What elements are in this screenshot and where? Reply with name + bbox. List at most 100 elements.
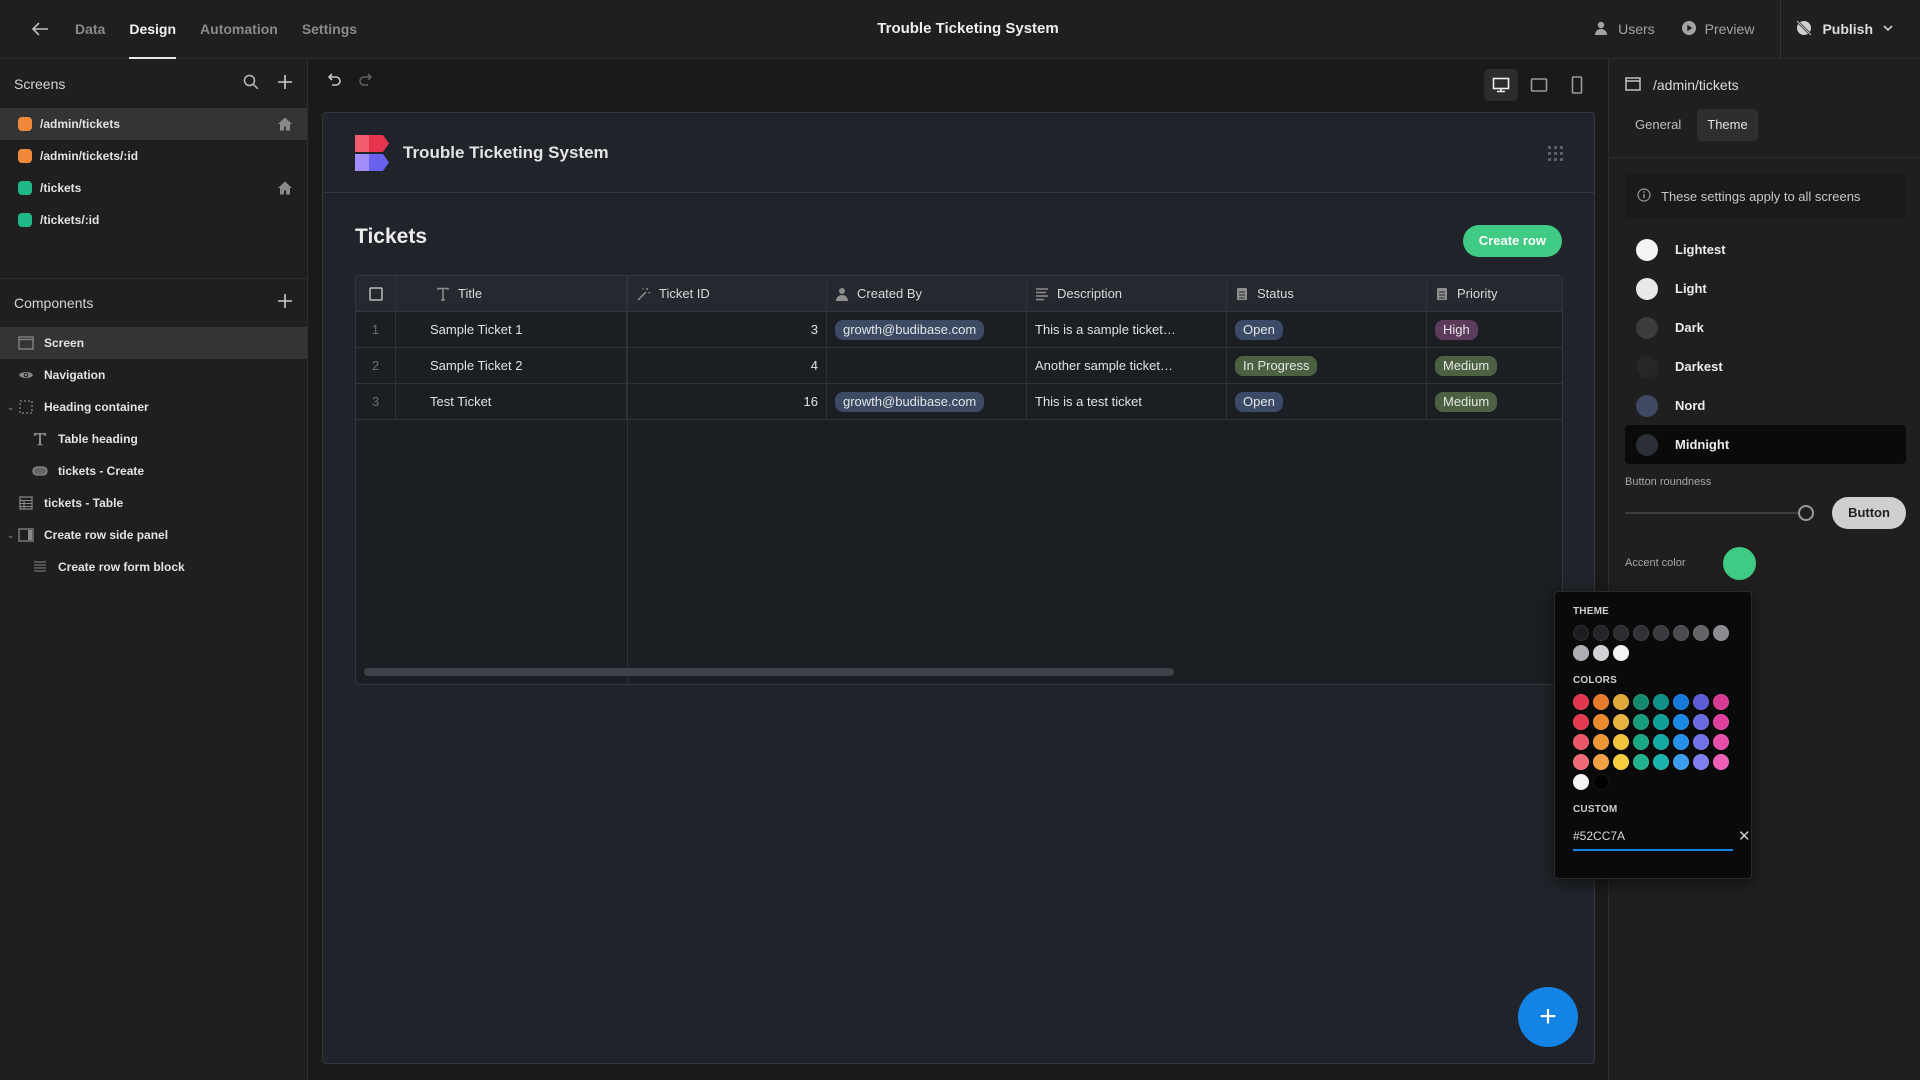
theme-color-swatch[interactable] <box>1593 645 1609 661</box>
roundness-slider-thumb[interactable] <box>1798 505 1814 521</box>
component-tree-item[interactable]: Table heading <box>0 423 307 455</box>
add-screen-icon[interactable] <box>277 74 293 95</box>
cell-status[interactable]: Open <box>1227 384 1427 419</box>
color-swatch[interactable] <box>1573 754 1589 770</box>
cell-status[interactable]: Open <box>1227 312 1427 347</box>
table-row[interactable]: 3 Test Ticket 16 growth@budibase.com This is… <box>356 384 1562 420</box>
button-preview[interactable]: Button <box>1832 497 1906 529</box>
cell-description[interactable]: This is a sample ticket… <box>1027 312 1227 347</box>
cell-description[interactable]: Another sample ticket… <box>1027 348 1227 383</box>
color-swatch[interactable] <box>1613 754 1629 770</box>
cell-created-by[interactable] <box>827 348 1027 383</box>
cell-created-by[interactable]: growth@budibase.com <box>827 384 1027 419</box>
table-row[interactable]: 1 Sample Ticket 1 3 growth@budibase.com This… <box>356 312 1562 348</box>
component-tree-item[interactable]: Screen <box>0 327 307 359</box>
desktop-icon[interactable] <box>1484 69 1518 101</box>
component-tree-item[interactable]: ⌄ Heading container <box>0 391 307 423</box>
theme-color-swatch[interactable] <box>1573 645 1589 661</box>
column-header-priority[interactable]: Priority <box>1427 276 1562 311</box>
color-swatch[interactable] <box>1593 734 1609 750</box>
cell-title[interactable]: Sample Ticket 2 <box>356 348 627 383</box>
color-swatch[interactable] <box>1653 714 1669 730</box>
component-tree-item[interactable]: tickets - Table <box>0 487 307 519</box>
color-swatch[interactable] <box>1693 714 1709 730</box>
color-swatch[interactable] <box>1673 694 1689 710</box>
cell-ticket-id[interactable]: 16 <box>627 384 827 419</box>
column-header-title[interactable]: Title <box>356 276 627 311</box>
add-fab-button[interactable]: + <box>1518 987 1578 1047</box>
cell-priority[interactable]: Medium <box>1427 348 1562 383</box>
table-row[interactable]: 2 Sample Ticket 2 4 Another sample ticket… I… <box>356 348 1562 384</box>
cell-description[interactable]: This is a test ticket <box>1027 384 1227 419</box>
color-swatch[interactable] <box>1573 734 1589 750</box>
theme-option[interactable]: Light <box>1625 269 1906 308</box>
theme-color-swatch[interactable] <box>1593 625 1609 641</box>
color-swatch[interactable] <box>1633 734 1649 750</box>
cell-priority[interactable]: Medium <box>1427 384 1562 419</box>
theme-color-swatch[interactable] <box>1673 625 1689 641</box>
color-swatch[interactable] <box>1613 714 1629 730</box>
theme-color-swatch[interactable] <box>1713 625 1729 641</box>
component-tree-item[interactable]: Create row form block <box>0 551 307 583</box>
color-swatch[interactable] <box>1573 694 1589 710</box>
tab-general[interactable]: General <box>1625 109 1691 141</box>
create-row-button[interactable]: Create row <box>1462 225 1562 257</box>
chevron-down-icon[interactable]: ⌄ <box>7 402 15 413</box>
screen-item[interactable]: /admin/tickets <box>0 108 307 140</box>
color-swatch[interactable] <box>1593 774 1609 790</box>
color-swatch[interactable] <box>1633 714 1649 730</box>
color-swatch[interactable] <box>1573 714 1589 730</box>
color-swatch[interactable] <box>1693 734 1709 750</box>
theme-color-swatch[interactable] <box>1653 625 1669 641</box>
cell-ticket-id[interactable]: 4 <box>627 348 827 383</box>
color-swatch[interactable] <box>1613 694 1629 710</box>
users-button[interactable]: Users <box>1594 20 1655 39</box>
theme-option[interactable]: Midnight <box>1625 425 1906 464</box>
color-swatch[interactable] <box>1713 714 1729 730</box>
color-swatch[interactable] <box>1673 754 1689 770</box>
tablet-icon[interactable] <box>1522 69 1556 101</box>
tab-theme[interactable]: Theme <box>1697 109 1758 141</box>
cell-title[interactable]: Test Ticket <box>356 384 627 419</box>
color-swatch[interactable] <box>1653 754 1669 770</box>
color-swatch[interactable] <box>1593 754 1609 770</box>
custom-color-input[interactable] <box>1573 823 1703 849</box>
component-tree-item[interactable]: tickets - Create <box>0 455 307 487</box>
component-tree-item[interactable]: Navigation <box>0 359 307 391</box>
redo-icon[interactable] <box>357 71 375 94</box>
color-swatch[interactable] <box>1653 734 1669 750</box>
add-component-icon[interactable] <box>277 293 293 314</box>
chevron-down-icon[interactable] <box>1882 21 1894 37</box>
color-swatch[interactable] <box>1713 694 1729 710</box>
theme-option[interactable]: Lightest <box>1625 230 1906 269</box>
search-icon[interactable] <box>243 74 259 95</box>
theme-color-swatch[interactable] <box>1633 625 1649 641</box>
column-header-ticket-id[interactable]: Ticket ID <box>627 276 827 311</box>
theme-color-swatch[interactable] <box>1573 625 1589 641</box>
screen-item[interactable]: /tickets <box>0 172 307 204</box>
close-icon[interactable]: ✕ <box>1738 827 1751 845</box>
theme-color-swatch[interactable] <box>1693 625 1709 641</box>
color-swatch[interactable] <box>1713 754 1729 770</box>
screen-item[interactable]: /tickets/:id <box>0 204 307 236</box>
color-swatch[interactable] <box>1573 774 1589 790</box>
color-swatch[interactable] <box>1593 694 1609 710</box>
publish-button[interactable]: Publish <box>1780 0 1920 58</box>
cell-created-by[interactable]: growth@budibase.com <box>827 312 1027 347</box>
cell-status[interactable]: In Progress <box>1227 348 1427 383</box>
chevron-down-icon[interactable]: ⌄ <box>7 530 15 541</box>
theme-option[interactable]: Dark <box>1625 308 1906 347</box>
component-tree-item[interactable]: ⌄ Create row side panel <box>0 519 307 551</box>
theme-color-swatch[interactable] <box>1613 625 1629 641</box>
color-swatch[interactable] <box>1713 734 1729 750</box>
roundness-slider-track[interactable] <box>1625 512 1805 514</box>
undo-icon[interactable] <box>325 71 343 94</box>
color-swatch[interactable] <box>1693 694 1709 710</box>
color-swatch[interactable] <box>1673 714 1689 730</box>
theme-option[interactable]: Nord <box>1625 386 1906 425</box>
mobile-icon[interactable] <box>1560 69 1594 101</box>
column-header-created-by[interactable]: Created By <box>827 276 1027 311</box>
color-swatch[interactable] <box>1633 754 1649 770</box>
color-swatch[interactable] <box>1633 694 1649 710</box>
preview-button[interactable]: Preview <box>1681 20 1754 39</box>
